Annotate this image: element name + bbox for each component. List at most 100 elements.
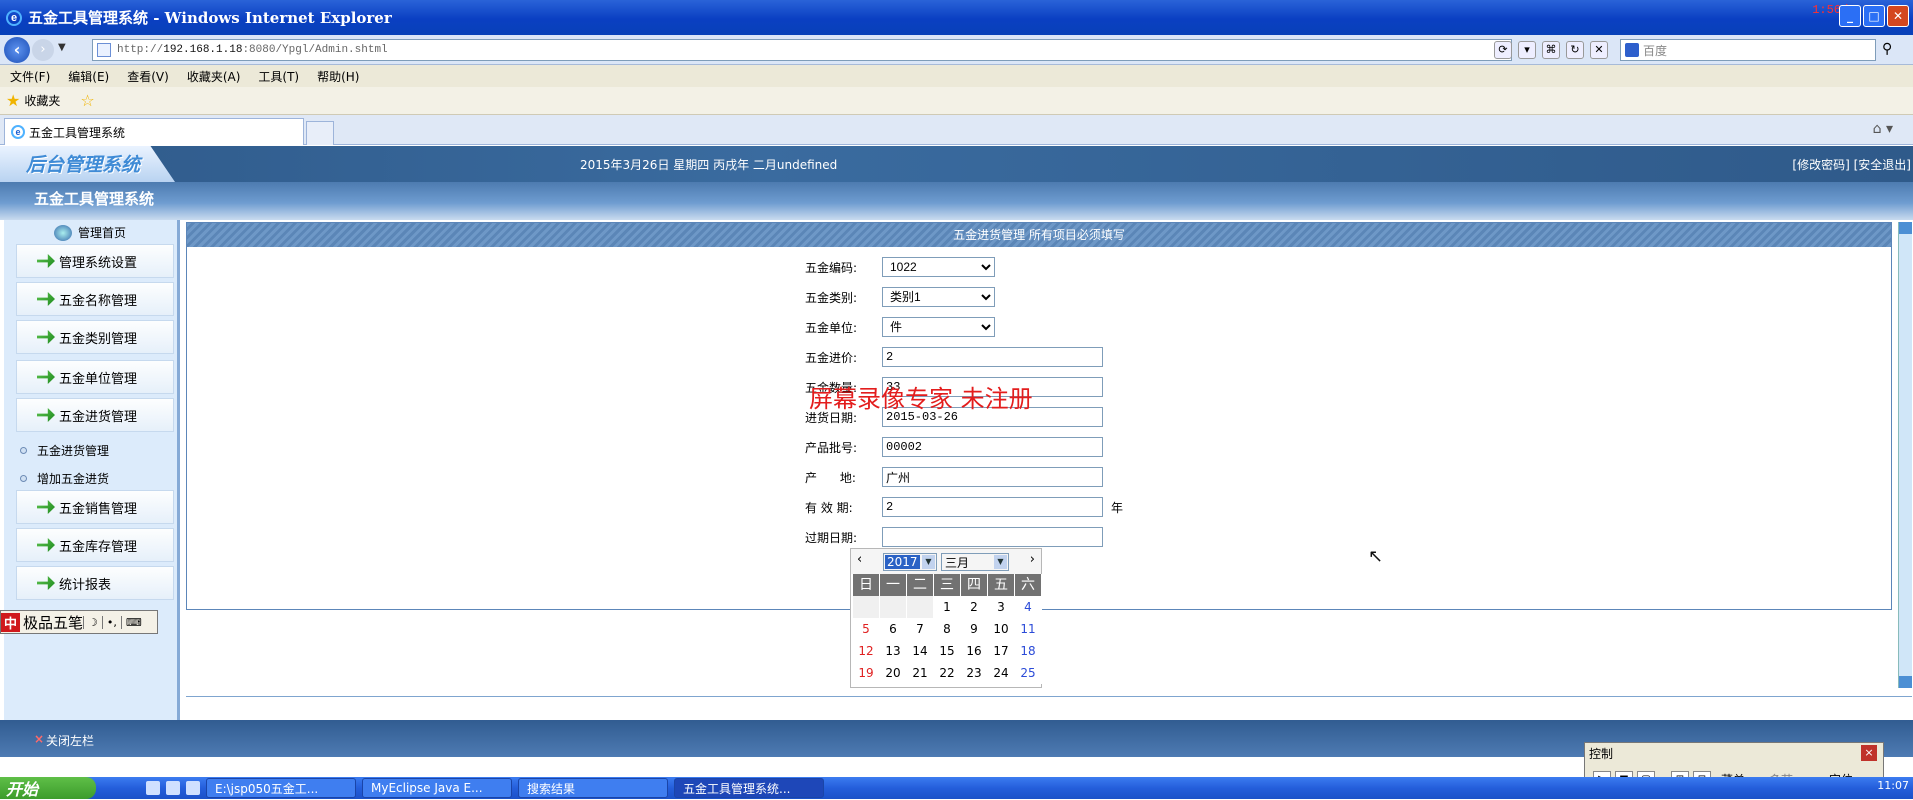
menu-help[interactable]: 帮助(H) <box>317 68 359 85</box>
calendar-day[interactable]: 8 <box>934 618 961 640</box>
sidebar-item-system-settings[interactable]: 管理系统设置 <box>16 244 174 278</box>
calendar-day[interactable]: 6 <box>880 618 907 640</box>
browser-tab[interactable]: e 五金工具管理系统 <box>4 118 304 145</box>
calendar-day[interactable]: 22 <box>934 662 961 684</box>
close-sidebar-link[interactable]: 关闭左栏 <box>46 732 94 749</box>
calendar-weekday: 日 <box>853 574 880 596</box>
new-tab-button[interactable] <box>306 121 334 145</box>
ime-keyboard-icon[interactable]: ⌨ <box>120 615 146 629</box>
calendar-day[interactable]: 16 <box>961 640 988 662</box>
ime-cn-icon[interactable]: 中 <box>1 612 21 632</box>
origin-input[interactable] <box>882 467 1103 487</box>
sidebar-sub-purchase-list[interactable]: 五金进货管理 <box>20 442 109 459</box>
calendar-day[interactable]: 19 <box>853 662 880 684</box>
maximize-button[interactable]: □ <box>1863 5 1885 27</box>
calendar-day[interactable]: 2 <box>961 596 988 618</box>
calendar-day[interactable]: 24 <box>988 662 1015 684</box>
start-button[interactable]: 开始 <box>0 777 96 799</box>
sidebar-item-category-manage[interactable]: 五金类别管理 <box>16 320 174 354</box>
validity-input[interactable] <box>882 497 1103 517</box>
sidebar-item-purchase-manage[interactable]: 五金进货管理 <box>16 398 174 432</box>
origin-label: 产 地: <box>805 470 856 485</box>
next-month-icon[interactable]: › <box>1030 552 1035 567</box>
calendar-day[interactable]: 25 <box>1015 662 1042 684</box>
menu-favorites[interactable]: 收藏夹(A) <box>187 68 241 85</box>
search-input[interactable]: 百度 <box>1620 39 1876 61</box>
calendar-day[interactable]: 4 <box>1015 596 1042 618</box>
price-input[interactable] <box>882 347 1103 367</box>
calendar-day[interactable]: 17 <box>988 640 1015 662</box>
calendar-day[interactable]: 11 <box>1015 618 1042 640</box>
scroll-up-icon[interactable] <box>1899 222 1912 234</box>
ime-moon-icon[interactable]: ☽ <box>83 615 102 629</box>
taskbar-item[interactable]: 搜索结果 <box>518 778 668 798</box>
logout-link[interactable]: [安全退出] <box>1854 158 1911 172</box>
ime-punct-icon[interactable]: •, <box>101 615 121 629</box>
year-select[interactable]: 2017 ▼ <box>883 553 937 571</box>
history-dropdown-icon[interactable]: ▼ <box>58 42 66 53</box>
address-bar[interactable]: http://192.168.1.18:8080/Ypgl/Admin.shtm… <box>92 39 1512 61</box>
sidebar-item-unit-manage[interactable]: 五金单位管理 <box>16 360 174 394</box>
close-sidebar-icon[interactable]: × <box>34 732 44 746</box>
calendar-day[interactable]: 21 <box>907 662 934 684</box>
calendar-day[interactable]: 20 <box>880 662 907 684</box>
expiry-input[interactable] <box>882 527 1103 547</box>
sidebar-item-reports[interactable]: 统计报表 <box>16 566 174 600</box>
calendar-day[interactable]: 12 <box>853 640 880 662</box>
minimize-button[interactable]: _ <box>1839 5 1861 27</box>
favorites-star-icon[interactable]: ★ <box>6 91 20 110</box>
menu-tools[interactable]: 工具(T) <box>258 68 299 85</box>
calendar-day[interactable]: 3 <box>988 596 1015 618</box>
calendar-day[interactable]: 9 <box>961 618 988 640</box>
code-select[interactable]: 1022 <box>882 257 995 277</box>
sidebar-sub-add-purchase[interactable]: 增加五金进货 <box>20 470 109 487</box>
calendar-day[interactable]: 1 <box>934 596 961 618</box>
search-icon[interactable]: ⚲ <box>1882 41 1892 57</box>
compat-view-icon[interactable]: ⟳ <box>1494 41 1512 59</box>
menu-file[interactable]: 文件(F) <box>10 68 50 85</box>
month-select[interactable]: 三月 ▼ <box>941 553 1009 571</box>
stop-icon[interactable]: ✕ <box>1590 41 1608 59</box>
taskbar-item[interactable]: E:\jsp050五金工... <box>206 778 356 798</box>
home-icon[interactable]: ⌂ ▾ <box>1873 121 1893 137</box>
close-button[interactable]: ✕ <box>1887 5 1909 27</box>
address-dropdown-icon[interactable]: ▾ <box>1518 41 1536 59</box>
sidebar-item-name-manage[interactable]: 五金名称管理 <box>16 282 174 316</box>
calendar-day[interactable]: 14 <box>907 640 934 662</box>
back-arrow-icon[interactable]: ‹ <box>4 37 30 63</box>
ime-toolbar[interactable]: 中 极品五笔 ☽ •, ⌨ <box>0 610 158 634</box>
calendar-day[interactable]: 15 <box>934 640 961 662</box>
batch-input[interactable] <box>882 437 1103 457</box>
calendar-day[interactable]: 13 <box>880 640 907 662</box>
sidebar-item-sales-manage[interactable]: 五金销售管理 <box>16 490 174 524</box>
quicklaunch-icon[interactable] <box>146 781 160 795</box>
taskbar-item-active[interactable]: 五金工具管理系统... <box>674 778 824 798</box>
change-password-link[interactable]: [修改密码] <box>1792 158 1849 172</box>
code-label: 五金编码: <box>805 260 858 275</box>
category-select[interactable]: 类别1 <box>882 287 995 307</box>
menu-edit[interactable]: 编辑(E) <box>68 68 109 85</box>
quicklaunch-icon[interactable] <box>166 781 180 795</box>
taskbar-item[interactable]: MyEclipse Java E... <box>362 778 512 798</box>
unit-select[interactable]: 件 <box>882 317 995 337</box>
rss-icon[interactable]: ⌘ <box>1542 41 1560 59</box>
add-favorite-icon[interactable]: ☆ <box>80 91 94 110</box>
calendar-day[interactable]: 18 <box>1015 640 1042 662</box>
sidebar-home[interactable]: 管理首页 <box>54 224 126 241</box>
calendar-day[interactable]: 5 <box>853 618 880 640</box>
favorites-button[interactable]: 收藏夹 <box>24 92 60 109</box>
calendar-day[interactable]: 10 <box>988 618 1015 640</box>
sidebar-item-stock-manage[interactable]: 五金库存管理 <box>16 528 174 562</box>
prev-month-icon[interactable]: ‹ <box>857 552 862 567</box>
control-close-icon[interactable]: × <box>1861 745 1877 761</box>
quicklaunch-icon[interactable] <box>186 781 200 795</box>
calendar-day[interactable]: 23 <box>961 662 988 684</box>
refresh-icon[interactable]: ↻ <box>1566 41 1584 59</box>
sidebar-item-label: 统计报表 <box>59 577 112 593</box>
calendar-day[interactable]: 7 <box>907 618 934 640</box>
favorites-bar: ★ 收藏夹 ☆ <box>0 87 1913 115</box>
forward-arrow-icon[interactable]: › <box>32 39 54 61</box>
vertical-scrollbar[interactable] <box>1898 222 1912 688</box>
menu-view[interactable]: 查看(V) <box>127 68 169 85</box>
scroll-down-icon[interactable] <box>1899 676 1912 688</box>
